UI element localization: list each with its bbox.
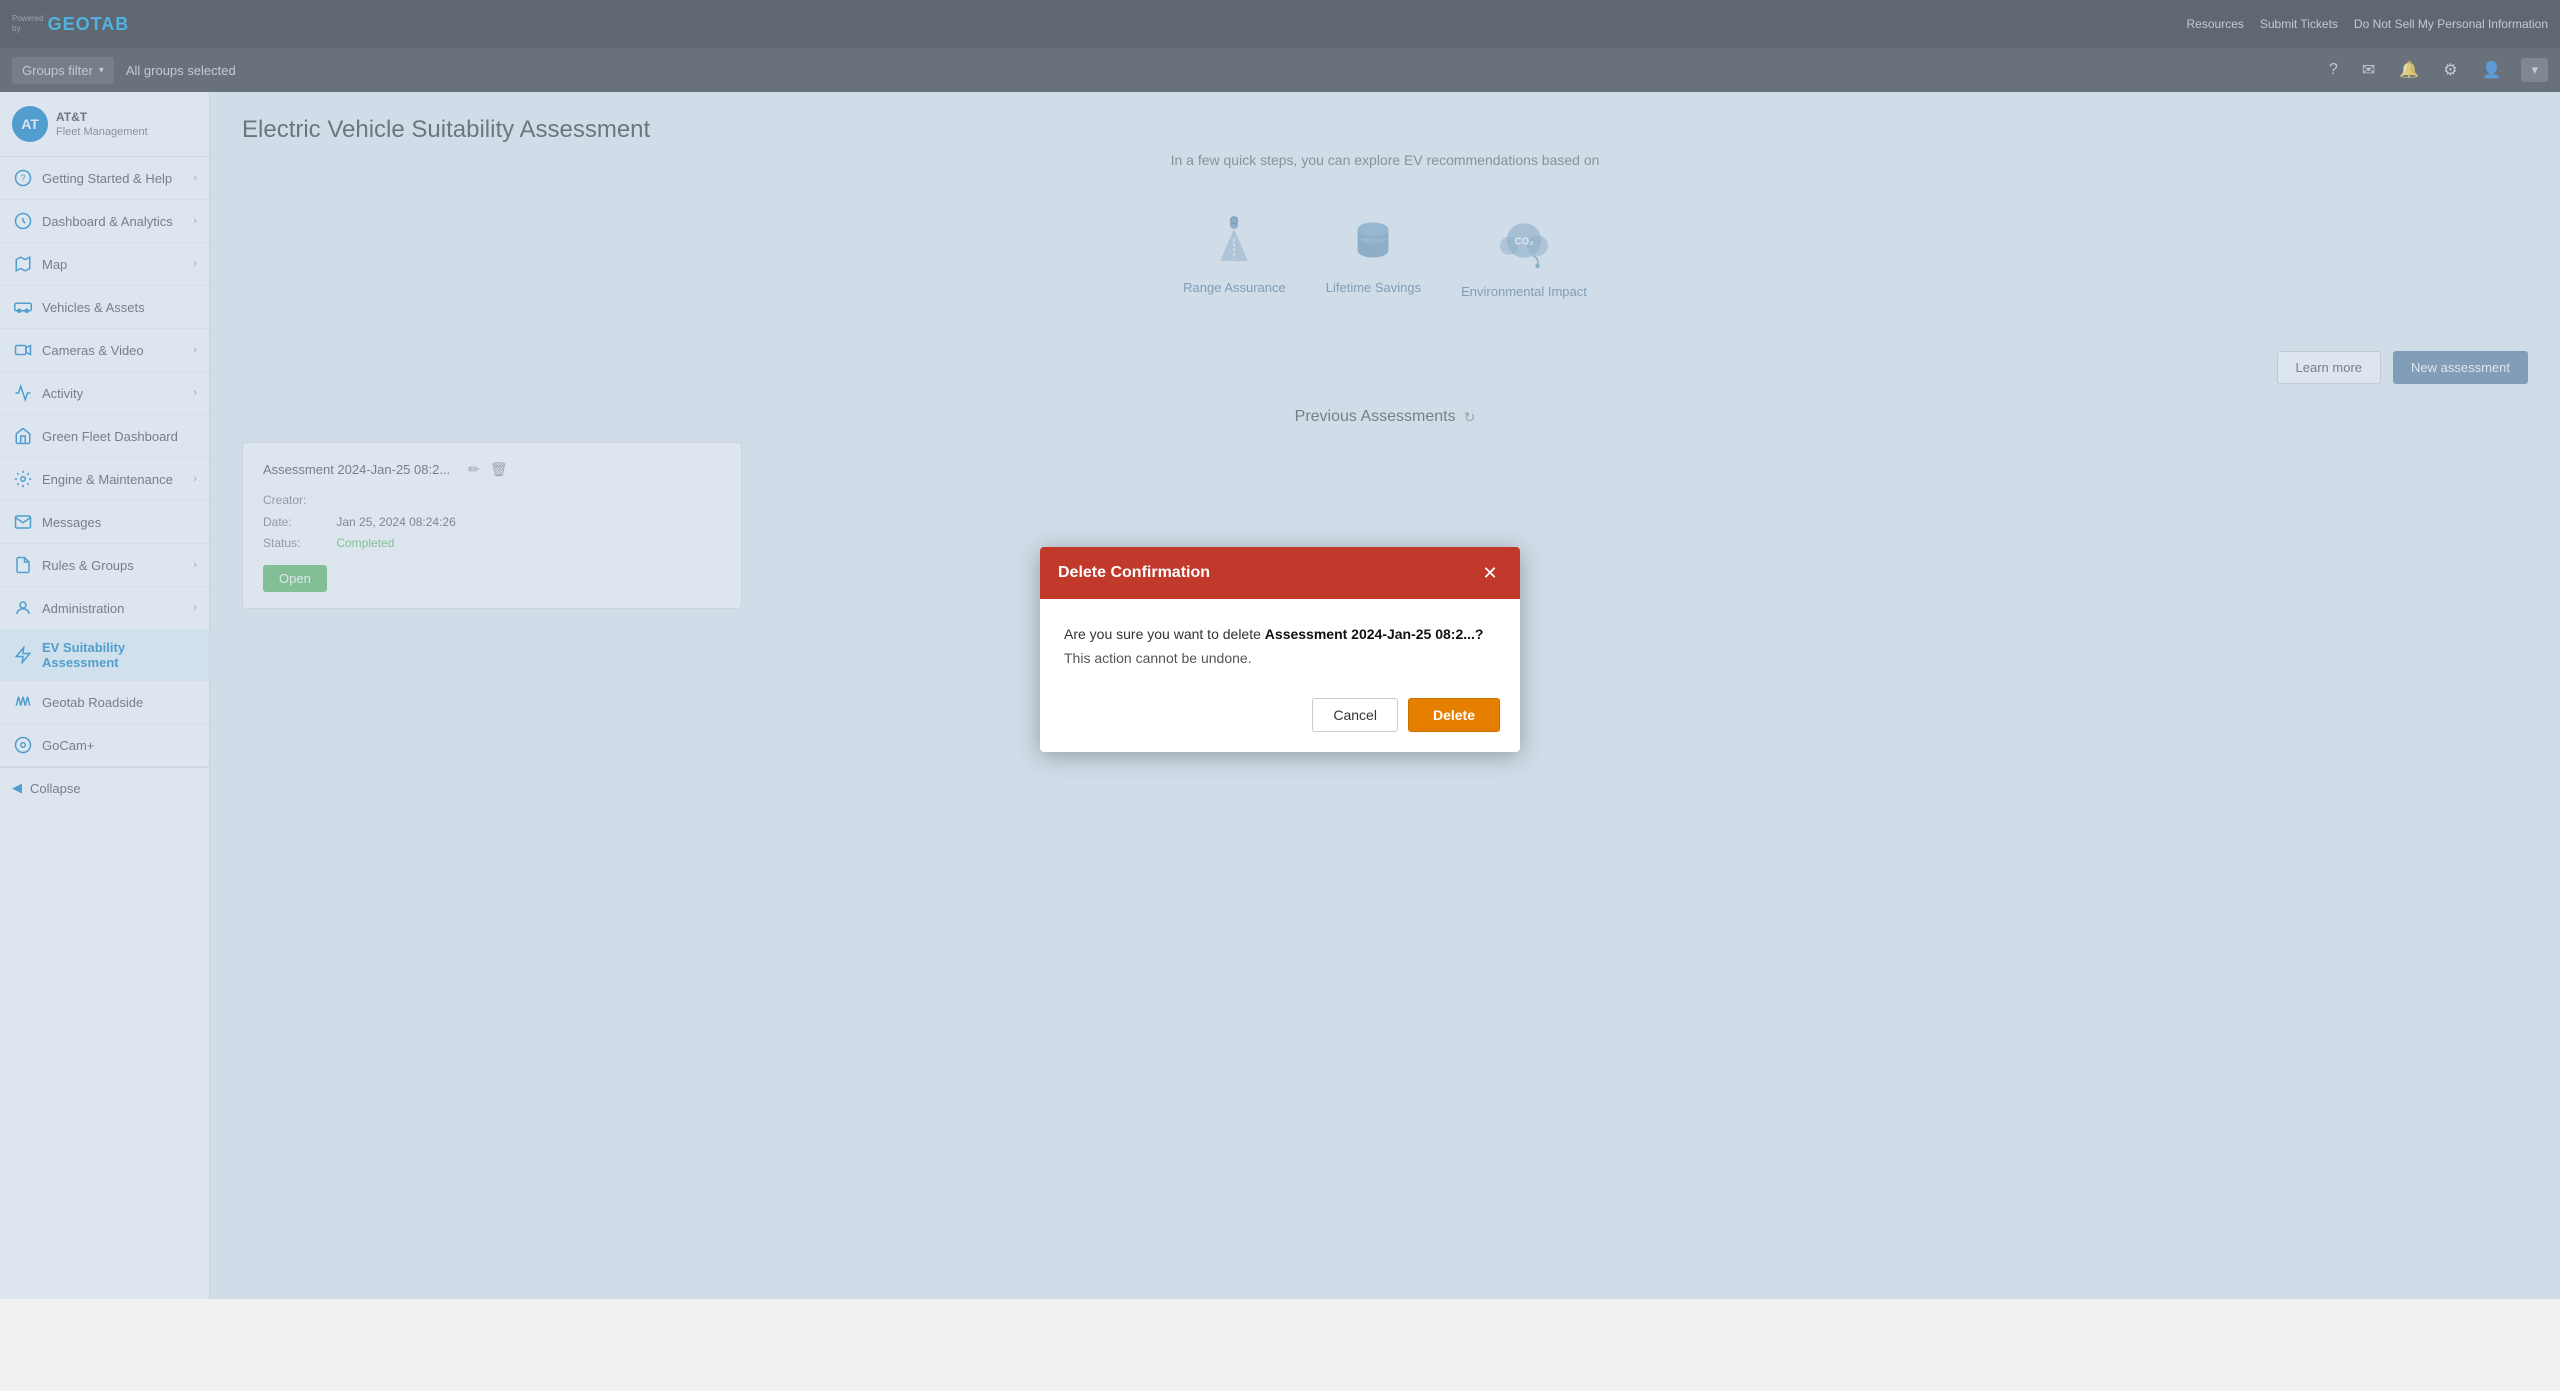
- modal-footer: Cancel Delete: [1040, 686, 1520, 752]
- modal-title: Delete Confirmation: [1058, 564, 1210, 582]
- modal-warning: This action cannot be undone.: [1064, 650, 1496, 666]
- modal-message: Are you sure you want to delete Assessme…: [1064, 623, 1496, 645]
- modal-body: Are you sure you want to delete Assessme…: [1040, 599, 1520, 685]
- modal-close-button[interactable]: ✕: [1478, 561, 1502, 585]
- delete-confirmation-modal: Delete Confirmation ✕ Are you sure you w…: [1040, 547, 1520, 751]
- cancel-button[interactable]: Cancel: [1312, 698, 1398, 732]
- modal-assessment-name: Assessment 2024-Jan-25 08:2...?: [1265, 626, 1484, 642]
- modal-overlay: Delete Confirmation ✕ Are you sure you w…: [0, 0, 2560, 1299]
- delete-button[interactable]: Delete: [1408, 698, 1500, 732]
- modal-header: Delete Confirmation ✕: [1040, 547, 1520, 599]
